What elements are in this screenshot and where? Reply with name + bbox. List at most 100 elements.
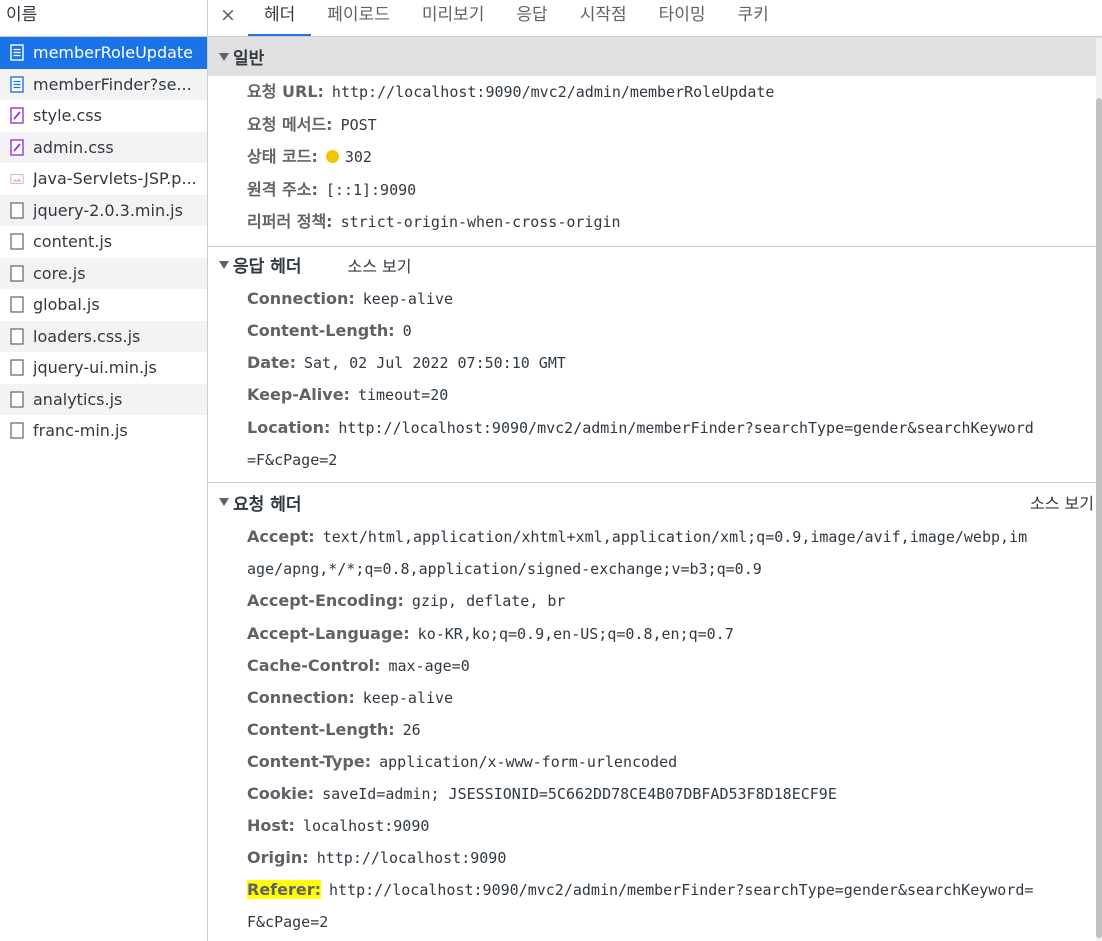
header-value: saveId=admin; JSESSIONID=5C662DD78CE4B07… — [322, 785, 837, 804]
response-headers-section-header[interactable]: 응답 헤더 소스 보기 — [208, 247, 1102, 283]
file-list-item[interactable]: loaders.css.js — [0, 320, 207, 352]
header-value: application/x-www-form-urlencoded — [379, 752, 678, 771]
header-value: http://localhost:9090 — [316, 849, 507, 868]
header-value: [::1]:9090 — [325, 180, 417, 199]
header-row: Accept-Encoding: gzip, deflate, br — [247, 585, 1102, 617]
header-value: timeout=20 — [357, 386, 449, 405]
tab-3[interactable]: 응답 — [500, 0, 563, 36]
header-value: text/html,application/xhtml+xml,applicat… — [322, 528, 1028, 547]
file-list-item[interactable]: jquery-2.0.3.min.js — [0, 194, 207, 226]
header-row: 상태 코드: 302 — [247, 141, 1102, 174]
header-key: Accept-Encoding: — [247, 591, 404, 611]
document-icon — [10, 76, 24, 93]
file-list-item[interactable]: admin.css — [0, 131, 207, 163]
tab-4[interactable]: 시작점 — [564, 0, 643, 36]
header-key: Connection: — [247, 288, 355, 308]
stylesheet-icon — [10, 107, 24, 124]
image-icon — [10, 170, 24, 187]
file-list-item[interactable]: Java-Servlets-JSP.p... — [0, 163, 207, 195]
file-name: jquery-ui.min.js — [33, 358, 157, 378]
header-value: http://localhost:9090/mvc2/admin/memberF… — [329, 881, 1034, 900]
file-list-item[interactable]: core.js — [0, 257, 207, 289]
header-row: Host: localhost:9090 — [247, 810, 1102, 842]
file-name: global.js — [33, 295, 100, 315]
header-value: gzip, deflate, br — [411, 592, 566, 611]
file-name: core.js — [33, 263, 86, 283]
header-row: Location: http://localhost:9090/mvc2/admi… — [247, 412, 1102, 444]
header-row: 리퍼러 정책: strict-origin-when-cross-origin — [247, 206, 1102, 239]
file-list-item[interactable]: memberFinder?se... — [0, 68, 207, 100]
header-key: 요청 URL: — [247, 82, 324, 101]
header-key: Keep-Alive: — [247, 385, 350, 405]
header-value: localhost:9090 — [302, 817, 430, 836]
header-row: Cookie: saveId=admin; JSESSIONID=5C662DD7… — [247, 778, 1102, 810]
header-key: Accept-Language: — [247, 623, 410, 643]
file-name: jquery-2.0.3.min.js — [33, 200, 183, 220]
tab-0[interactable]: 헤더 — [248, 0, 312, 36]
header-row: Content-Length: 26 — [247, 714, 1102, 746]
header-key: Connection: — [247, 687, 355, 707]
header-key: Date: — [247, 353, 296, 373]
general-section-header[interactable]: 일반 — [208, 37, 1102, 76]
header-key: Origin: — [247, 848, 309, 868]
header-key: Content-Length: — [247, 719, 395, 739]
header-key: Referer: — [247, 880, 322, 900]
header-value-continuation: F&cPage=2 — [247, 913, 329, 932]
header-row: 원격 주소: [::1]:9090 — [247, 174, 1102, 207]
file-list-item[interactable]: memberRoleUpdate — [0, 37, 207, 69]
header-row: Referer: http://localhost:9090/mvc2/admin… — [247, 874, 1102, 906]
file-list-item[interactable]: franc-min.js — [0, 415, 207, 447]
header-value: ko-KR,ko;q=0.9,en-US;q=0.8,en;q=0.7 — [417, 624, 734, 643]
file-name: content.js — [33, 232, 113, 252]
header-value: Sat, 02 Jul 2022 07:50:10 GMT — [303, 354, 566, 373]
general-rows: 요청 URL: http://localhost:9090/mvc2/admin/… — [208, 76, 1102, 239]
script-icon — [10, 422, 24, 439]
response-headers-title: 응답 헤더 — [233, 257, 302, 277]
request-headers-title: 요청 헤더 — [233, 494, 302, 515]
file-list-item[interactable]: global.js — [0, 289, 207, 321]
header-key: Accept: — [247, 527, 315, 547]
header-value-continuation: =F&cPage=2 — [247, 450, 338, 469]
header-key: Content-Length: — [247, 320, 395, 340]
close-icon[interactable]: × — [208, 0, 248, 36]
tab-bar: × 헤더 페이로드 미리보기 응답 시작점 타이밍 쿠키 — [208, 0, 1102, 37]
file-name: memberFinder?se... — [33, 74, 192, 94]
header-value: 26 — [402, 720, 421, 739]
file-list: memberRoleUpdate memberFinder?se... style.… — [0, 37, 207, 447]
request-header-rows: Accept: text/html,application/xhtml+xml,a… — [208, 521, 1102, 938]
script-icon — [10, 296, 24, 313]
header-row: Keep-Alive: timeout=20 — [247, 379, 1102, 411]
collapse-triangle-icon — [219, 498, 229, 507]
tab-5[interactable]: 타이밍 — [643, 0, 722, 36]
header-value: 0 — [402, 321, 412, 340]
scrollbar[interactable] — [1096, 38, 1102, 941]
name-column-header[interactable]: 이름 — [0, 0, 207, 37]
script-icon — [10, 391, 24, 408]
header-row: Origin: http://localhost:9090 — [247, 842, 1102, 874]
header-row: Accept: text/html,application/xhtml+xml,a… — [247, 521, 1102, 553]
tab-6[interactable]: 쿠키 — [722, 0, 785, 36]
file-list-item[interactable]: analytics.js — [0, 383, 207, 415]
document-icon — [10, 44, 24, 61]
details-panel: × 헤더 페이로드 미리보기 응답 시작점 타이밍 쿠키 일반 요청 URL: http://… — [208, 0, 1102, 941]
file-name: memberRoleUpdate — [33, 43, 194, 63]
response-view-source-link[interactable]: 소스 보기 — [347, 253, 411, 277]
file-name: style.css — [33, 106, 102, 126]
tab-2[interactable]: 미리보기 — [406, 0, 501, 36]
scrollbar-thumb[interactable] — [1096, 98, 1102, 938]
header-value: keep-alive — [362, 688, 454, 707]
tab-1[interactable]: 페이로드 — [311, 0, 406, 36]
script-icon — [10, 265, 24, 282]
header-row: Connection: keep-alive — [247, 682, 1102, 714]
file-list-item[interactable]: style.css — [0, 100, 207, 132]
header-value-continuation: age/apng,*/*;q=0.8,application/signed-ex… — [247, 560, 762, 579]
request-headers-section-header[interactable]: 요청 헤더 소스 보기 — [208, 483, 1102, 521]
response-header-rows: Connection: keep-alive Content-Length: 0 Dat… — [208, 283, 1102, 477]
script-icon — [10, 202, 24, 219]
request-view-source-link[interactable]: 소스 보기 — [1030, 490, 1094, 514]
header-row: Content-Length: 0 — [247, 315, 1102, 347]
header-value: http://localhost:9090/mvc2/admin/memberF… — [338, 418, 1034, 437]
header-value: max-age=0 — [388, 656, 470, 675]
file-list-item[interactable]: content.js — [0, 226, 207, 258]
file-list-item[interactable]: jquery-ui.min.js — [0, 352, 207, 384]
